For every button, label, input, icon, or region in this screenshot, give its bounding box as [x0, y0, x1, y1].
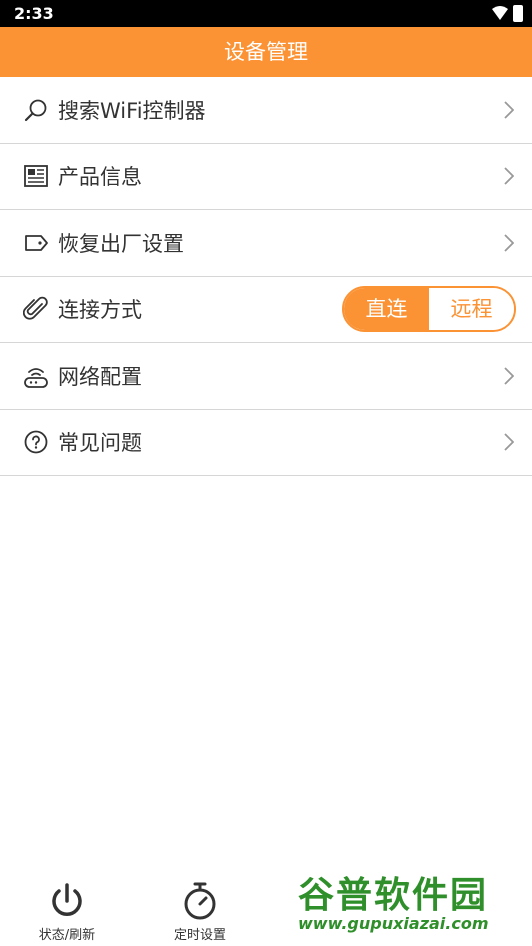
- connection-mode-toggle: 直连 远程: [342, 286, 516, 333]
- chevron-right-icon: [504, 101, 514, 119]
- menu-item-label: 恢复出厂设置: [58, 231, 184, 256]
- chevron-right-icon: [504, 367, 514, 385]
- paperclip-icon: [23, 297, 48, 320]
- tab-label: 状态/刷新: [38, 928, 96, 943]
- menu-item-label: 网络配置: [58, 364, 142, 389]
- app-header: 设备管理: [0, 27, 532, 77]
- power-icon: [52, 883, 82, 916]
- menu-item-factory-reset[interactable]: 恢复出厂设置: [0, 210, 532, 277]
- menu-item-network-config[interactable]: 网络配置: [0, 343, 532, 410]
- watermark-url: www.gupuxiazai.com: [298, 914, 489, 933]
- menu-item-product-info[interactable]: 产品信息: [0, 143, 532, 210]
- menu-item-search-wifi[interactable]: 搜索WiFi控制器: [0, 77, 532, 144]
- help-circle-icon: [24, 430, 48, 454]
- watermark-brand: 谷普软件园: [298, 875, 489, 916]
- option-remote[interactable]: 远程: [429, 288, 514, 331]
- wifi-icon: [492, 6, 508, 20]
- search-icon: [24, 99, 47, 121]
- settings-menu: 搜索WiFi控制器 产品信息 恢复出厂设置 连接方式 直连 远程 网络配置 常见…: [0, 77, 532, 476]
- chevron-right-icon: [504, 167, 514, 185]
- tab-timer-settings[interactable]: 定时设置: [150, 881, 250, 943]
- status-bar: 2:33: [0, 0, 532, 27]
- menu-item-label: 搜索WiFi控制器: [58, 98, 206, 123]
- battery-icon: [513, 5, 523, 22]
- chevron-right-icon: [504, 234, 514, 252]
- menu-item-faq[interactable]: 常见问题: [0, 409, 532, 476]
- tab-label: 定时设置: [173, 928, 226, 943]
- page-title: 设备管理: [224, 40, 308, 64]
- menu-item-label: 产品信息: [58, 165, 142, 190]
- menu-item-connection-mode: 连接方式 直连 远程: [0, 276, 532, 343]
- tag-icon: [25, 234, 48, 251]
- menu-item-label: 常见问题: [58, 431, 142, 456]
- watermark: 谷普软件园 www.gupuxiazai.com: [292, 862, 532, 942]
- menu-item-label: 连接方式: [58, 298, 142, 323]
- status-time: 2:33: [14, 4, 54, 23]
- stopwatch-icon: [184, 882, 216, 920]
- chevron-right-icon: [504, 433, 514, 451]
- tab-status-refresh[interactable]: 状态/刷新: [17, 881, 117, 943]
- newspaper-icon: [24, 165, 48, 188]
- option-direct[interactable]: 直连: [344, 288, 429, 331]
- router-icon: [24, 367, 48, 388]
